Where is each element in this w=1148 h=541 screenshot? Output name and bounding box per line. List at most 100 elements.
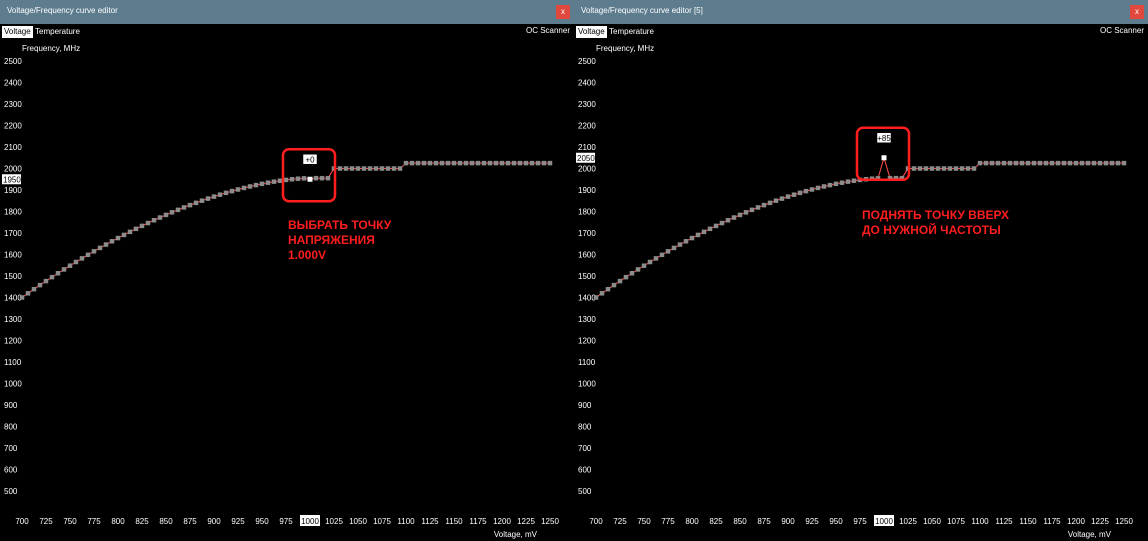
curve-point[interactable] <box>421 160 427 166</box>
curve-point[interactable] <box>289 176 295 182</box>
curve-point-selected[interactable] <box>881 155 887 161</box>
curve-point[interactable] <box>635 267 641 272</box>
curve-point[interactable] <box>403 160 409 166</box>
curve-point[interactable] <box>1097 160 1103 166</box>
vf-curve-chart[interactable]: Frequency, MHz Voltage, mV 500 600 700 800 900… <box>0 0 574 541</box>
curve-point[interactable] <box>529 160 535 166</box>
curve-point[interactable] <box>959 166 965 171</box>
curve-point[interactable] <box>109 239 115 244</box>
curve-point[interactable] <box>445 160 451 166</box>
curve-point[interactable] <box>653 256 659 261</box>
curve-point[interactable] <box>229 188 235 194</box>
curve-point[interactable] <box>379 166 385 171</box>
curve-point[interactable] <box>499 160 505 166</box>
curve-point[interactable] <box>535 160 541 166</box>
curve-point[interactable] <box>947 166 953 171</box>
curve-point[interactable] <box>821 184 827 189</box>
curve-point[interactable] <box>989 160 995 166</box>
curve-point[interactable] <box>271 179 277 184</box>
curve-point[interactable] <box>1073 160 1079 166</box>
curve-point[interactable] <box>433 160 439 166</box>
curve-point[interactable] <box>941 166 947 171</box>
curve-point[interactable] <box>115 235 121 241</box>
curve-point[interactable] <box>1031 160 1037 166</box>
curve-point[interactable] <box>517 160 523 166</box>
curve-point[interactable] <box>1079 160 1085 166</box>
curve-point[interactable] <box>277 178 283 183</box>
curve-point[interactable] <box>1049 160 1055 166</box>
curve-point[interactable] <box>629 271 635 276</box>
curve-point[interactable] <box>707 226 713 232</box>
curve-point[interactable] <box>647 259 653 265</box>
curve-point[interactable] <box>797 190 803 196</box>
curve-point[interactable] <box>181 205 187 210</box>
curve-point[interactable] <box>809 187 815 192</box>
curve-point[interactable] <box>1025 160 1031 166</box>
curve-point[interactable] <box>511 160 517 166</box>
curve-point[interactable] <box>623 274 629 280</box>
curve-point[interactable] <box>37 282 43 288</box>
curve-point[interactable] <box>205 196 211 201</box>
curve-point[interactable] <box>1001 160 1007 166</box>
curve-point[interactable] <box>593 295 599 300</box>
curve-point[interactable] <box>241 185 247 191</box>
curve-point[interactable] <box>1085 160 1091 166</box>
curve-point[interactable] <box>67 263 73 268</box>
curve-point[interactable] <box>1019 160 1025 166</box>
curve-point[interactable] <box>91 249 97 254</box>
curve-point[interactable] <box>689 235 695 241</box>
curve-point[interactable] <box>469 160 475 166</box>
curve-point[interactable] <box>301 176 307 181</box>
curve-point[interactable] <box>965 166 971 171</box>
curve-point[interactable] <box>761 202 767 208</box>
curve-point[interactable] <box>599 291 605 296</box>
curve-point[interactable] <box>265 180 271 185</box>
curve-point[interactable] <box>731 215 737 220</box>
curve-point[interactable] <box>605 286 611 292</box>
curve-point[interactable] <box>451 160 457 166</box>
curve-point[interactable] <box>1091 160 1097 166</box>
curve-point[interactable] <box>253 182 259 188</box>
curve-point[interactable] <box>415 160 421 166</box>
curve-point[interactable] <box>31 286 37 292</box>
curve-point[interactable] <box>803 188 809 194</box>
curve-point[interactable] <box>1043 160 1049 166</box>
curve-point[interactable] <box>367 166 373 171</box>
curve-point[interactable] <box>211 194 217 199</box>
curve-point[interactable] <box>505 160 511 166</box>
curve-point[interactable] <box>791 192 797 197</box>
curve-point[interactable] <box>695 232 701 238</box>
curve-point[interactable] <box>547 160 553 166</box>
curve-point[interactable] <box>79 256 85 261</box>
curve-point[interactable] <box>641 263 647 268</box>
curve-point[interactable] <box>1121 160 1127 166</box>
curve-point[interactable] <box>1067 160 1073 166</box>
curve-point[interactable] <box>25 291 31 296</box>
curve-point[interactable] <box>971 166 977 171</box>
curve-point[interactable] <box>397 166 403 171</box>
curve-point[interactable] <box>923 166 929 171</box>
curve-point[interactable] <box>773 198 779 203</box>
curve-point[interactable] <box>1037 160 1043 166</box>
curve-point[interactable] <box>325 175 331 181</box>
curve-point[interactable] <box>157 215 163 220</box>
curve-point[interactable] <box>827 182 833 188</box>
curve-point[interactable] <box>929 166 935 171</box>
curve-point[interactable] <box>1115 160 1121 166</box>
curve-point[interactable] <box>127 229 133 235</box>
curve-point[interactable] <box>983 160 989 166</box>
curve-point[interactable] <box>523 160 529 166</box>
curve-point[interactable] <box>133 226 139 232</box>
curve-point[interactable] <box>659 252 665 258</box>
curve-point[interactable] <box>617 278 623 284</box>
curve-point[interactable] <box>373 166 379 171</box>
curve-point[interactable] <box>541 160 547 166</box>
curve-point[interactable] <box>175 207 181 213</box>
curve-point[interactable] <box>755 205 761 210</box>
curve-point[interactable] <box>349 166 355 171</box>
curve-point[interactable] <box>235 187 241 192</box>
curve-point[interactable] <box>409 160 415 166</box>
curve-point[interactable] <box>475 160 481 166</box>
curve-point[interactable] <box>1007 160 1013 166</box>
curve-point[interactable] <box>785 194 791 199</box>
